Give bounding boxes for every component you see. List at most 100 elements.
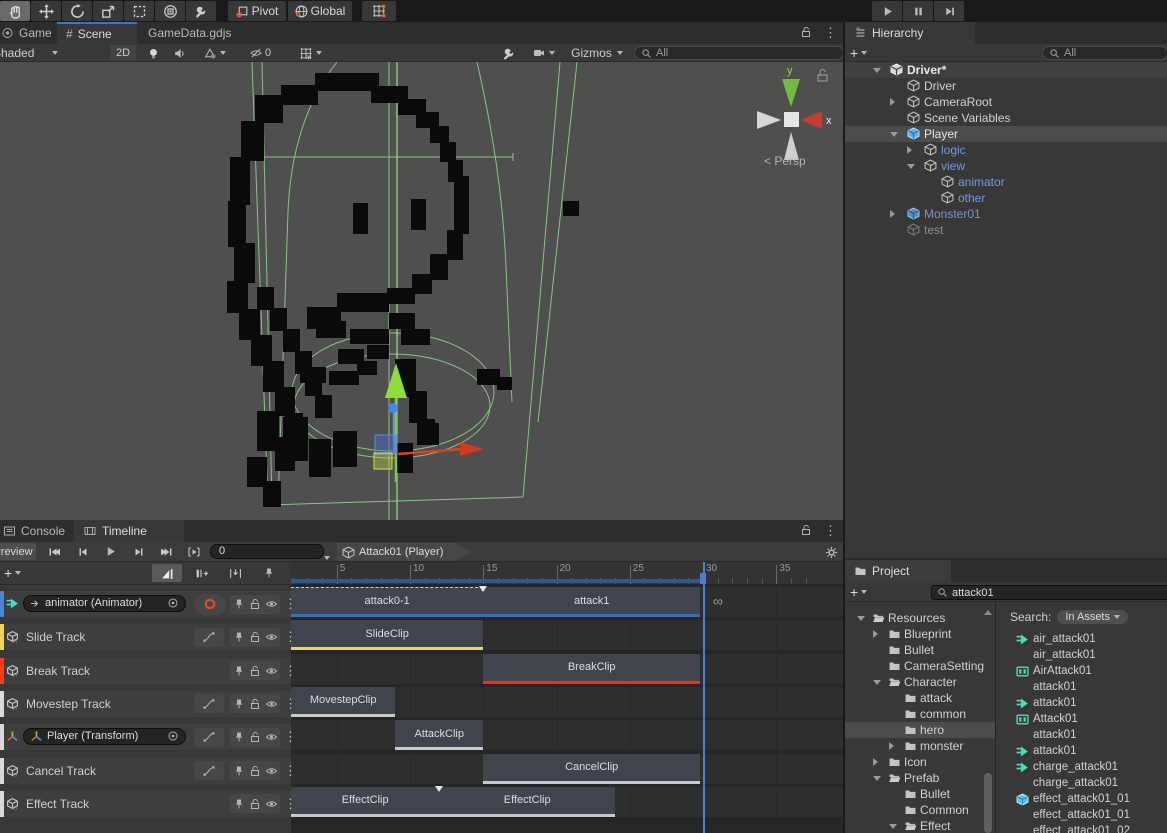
lock-icon[interactable] bbox=[249, 765, 261, 777]
ripple-mode-button[interactable] bbox=[186, 564, 216, 582]
tab-timeline[interactable]: Timeline bbox=[74, 520, 184, 542]
hierarchy-item-view[interactable]: view bbox=[845, 158, 1167, 174]
project-folder-monster[interactable]: monster bbox=[845, 738, 995, 754]
mix-mode-button[interactable] bbox=[152, 564, 182, 582]
scene-panel-menu-icon[interactable]: ⋮ bbox=[824, 25, 837, 41]
add-track-button[interactable]: + bbox=[4, 565, 21, 581]
project-folder-camerasetting[interactable]: CameraSetting bbox=[845, 658, 995, 674]
project-folder-common[interactable]: Common bbox=[845, 802, 995, 818]
timeline-lock-icon[interactable] bbox=[800, 524, 812, 539]
expand-collapse-icon[interactable] bbox=[907, 164, 915, 169]
project-folder-character[interactable]: Character bbox=[845, 674, 995, 690]
project-folder-hero[interactable]: hero bbox=[845, 722, 995, 738]
timeline-play-button[interactable] bbox=[98, 543, 122, 560]
clip-boundary-marker-icon[interactable] bbox=[435, 786, 443, 792]
eye-icon[interactable] bbox=[265, 665, 278, 677]
track-object-field[interactable]: animator (Animator) bbox=[23, 595, 186, 612]
scroll-up-icon[interactable] bbox=[984, 604, 992, 618]
curves-button[interactable] bbox=[194, 628, 224, 647]
search-result-item[interactable]: effect_attack01_01 bbox=[997, 792, 1167, 808]
scale-tool-button[interactable] bbox=[93, 1, 123, 21]
custom-tool-button[interactable] bbox=[186, 1, 216, 21]
timeline-content[interactable]: 5101520253035 attack0-1attack1SlideClipB… bbox=[291, 562, 843, 833]
hierarchy-item-driver[interactable]: Driver bbox=[845, 78, 1167, 94]
timeline-ruler[interactable]: 5101520253035 bbox=[291, 562, 843, 585]
grid-snap-button[interactable] bbox=[362, 1, 396, 21]
timeline-clip-attackclip[interactable]: AttackClip bbox=[395, 720, 483, 750]
timeline-clip-effectclip[interactable]: EffectClip bbox=[291, 787, 439, 817]
timeline-clip-attack0-1[interactable]: attack0-1 bbox=[291, 587, 483, 617]
track-menu-icon[interactable]: ⋮ bbox=[284, 729, 297, 745]
search-result-item[interactable]: attack01 bbox=[997, 744, 1167, 760]
search-result-item[interactable]: AirAttack01 bbox=[997, 664, 1167, 680]
project-folder-effect[interactable]: Effect bbox=[845, 818, 995, 833]
timeline-playhead-line[interactable] bbox=[703, 562, 705, 833]
record-button[interactable] bbox=[194, 594, 226, 615]
curves-button[interactable] bbox=[194, 728, 224, 747]
search-result-item[interactable]: effect_attack01_01 bbox=[997, 808, 1167, 824]
hierarchy-item-monster01[interactable]: Monster01 bbox=[845, 206, 1167, 222]
hierarchy-item-cameraroot[interactable]: CameraRoot bbox=[845, 94, 1167, 110]
project-folder-prefab[interactable]: Prefab bbox=[845, 770, 995, 786]
folder-right-icon[interactable] bbox=[873, 758, 878, 766]
curves-button[interactable] bbox=[194, 761, 224, 780]
transform-tool-button[interactable] bbox=[155, 1, 185, 21]
hand-tool-button[interactable] bbox=[0, 1, 30, 21]
pin-icon[interactable] bbox=[233, 731, 245, 743]
scene-grid-dropdown[interactable]: Y bbox=[288, 45, 332, 61]
pin-icon[interactable] bbox=[233, 698, 245, 710]
goto-start-button[interactable] bbox=[42, 543, 66, 560]
timeline-breadcrumb[interactable]: Attack01 (Player) bbox=[337, 543, 471, 561]
folder-right-icon[interactable] bbox=[889, 742, 894, 750]
track-menu-icon[interactable]: ⋮ bbox=[284, 763, 297, 779]
frame-number-input[interactable]: 0 bbox=[210, 544, 324, 559]
search-result-item[interactable]: Attack01 bbox=[997, 712, 1167, 728]
pin-icon[interactable] bbox=[233, 665, 245, 677]
marker-toggle-button[interactable] bbox=[258, 564, 280, 582]
hierarchy-item-player[interactable]: Player bbox=[845, 126, 1167, 142]
pin-icon[interactable] bbox=[233, 598, 245, 610]
timeline-clip-effectclip[interactable]: EffectClip bbox=[439, 787, 615, 817]
track-header-animator-animator-[interactable]: animator (Animator) ⋮ bbox=[0, 591, 291, 617]
track-menu-icon[interactable]: ⋮ bbox=[284, 663, 297, 679]
play-button[interactable] bbox=[872, 1, 902, 21]
prev-frame-button[interactable] bbox=[70, 543, 94, 560]
lock-icon[interactable] bbox=[249, 598, 261, 610]
shading-dropdown[interactable]: Shaded bbox=[0, 44, 71, 62]
tab-scene[interactable]: # Scene bbox=[57, 22, 137, 44]
2d-toggle[interactable]: 2D bbox=[110, 45, 136, 61]
replace-mode-button[interactable] bbox=[220, 564, 250, 582]
expand-expand-icon[interactable] bbox=[890, 98, 895, 106]
eye-icon[interactable] bbox=[265, 631, 278, 643]
timeline-clip-movestepclip[interactable]: MovestepClip bbox=[291, 687, 395, 717]
timeline-settings-gear-icon[interactable] bbox=[822, 544, 840, 560]
folder-down-icon[interactable] bbox=[857, 616, 865, 621]
track-menu-icon[interactable]: ⋮ bbox=[284, 596, 297, 612]
scene-lighting-toggle[interactable] bbox=[142, 45, 164, 61]
tab-project[interactable]: Project bbox=[845, 560, 951, 582]
scene-visibility-toggle[interactable]: 0 bbox=[240, 45, 280, 61]
pin-icon[interactable] bbox=[233, 631, 245, 643]
track-menu-icon[interactable]: ⋮ bbox=[284, 696, 297, 712]
curves-button[interactable] bbox=[194, 694, 224, 713]
next-frame-button[interactable] bbox=[126, 543, 150, 560]
eye-icon[interactable] bbox=[265, 698, 278, 710]
folder-right-icon[interactable] bbox=[873, 630, 878, 638]
folder-down-icon[interactable] bbox=[889, 824, 897, 829]
search-result-item[interactable]: charge_attack01 bbox=[997, 760, 1167, 776]
scene-search-input[interactable]: All bbox=[634, 46, 844, 60]
rect-tool-button[interactable] bbox=[124, 1, 154, 21]
global-toggle-button[interactable]: Global bbox=[288, 1, 352, 21]
expand-expand-icon[interactable] bbox=[890, 210, 895, 218]
goto-end-button[interactable] bbox=[154, 543, 178, 560]
pause-button[interactable] bbox=[903, 1, 933, 21]
lock-icon[interactable] bbox=[249, 698, 261, 710]
play-range-button[interactable] bbox=[182, 543, 206, 560]
project-folder-bullet[interactable]: Bullet bbox=[845, 642, 995, 658]
eye-icon[interactable] bbox=[265, 731, 278, 743]
scene-camera-dropdown[interactable] bbox=[524, 45, 562, 61]
pin-icon[interactable] bbox=[233, 765, 245, 777]
track-object-field[interactable]: Player (Transform) bbox=[23, 728, 186, 745]
pin-icon[interactable] bbox=[233, 798, 245, 810]
track-menu-icon[interactable]: ⋮ bbox=[284, 629, 297, 645]
